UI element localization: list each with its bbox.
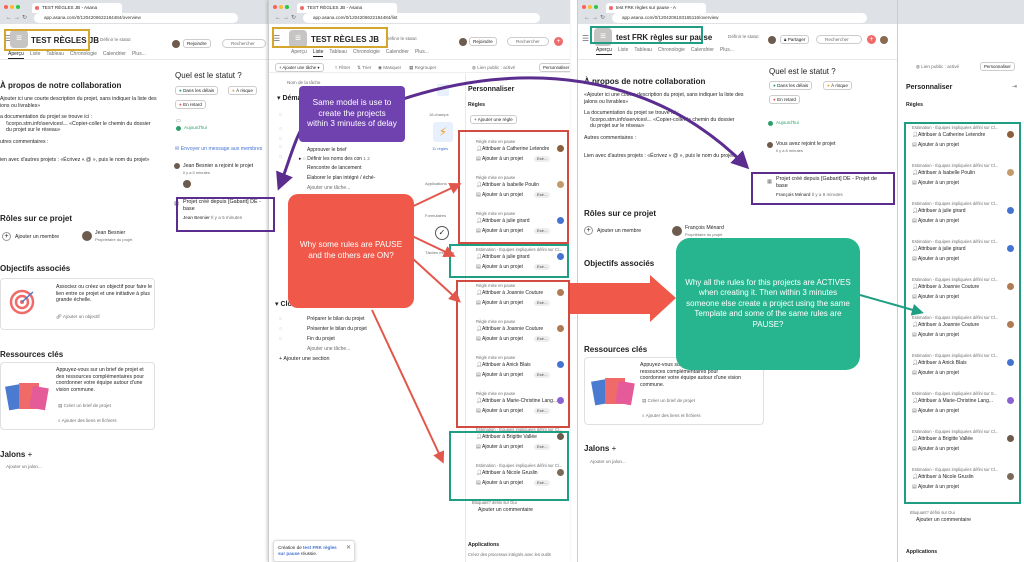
annotation-callout-red: Why some rules are PAUSE and the others … [288, 194, 414, 308]
annotation-arrows [276, 76, 924, 464]
annotation-callout-teal: Why all the rules for this projects are … [676, 238, 860, 370]
screenshot-composite: TEST RÈGLES JB - Asana ← → ↻ app.asana.c… [0, 0, 1024, 562]
annotation-callout-purple: Same model is use to create the projects… [299, 86, 405, 142]
